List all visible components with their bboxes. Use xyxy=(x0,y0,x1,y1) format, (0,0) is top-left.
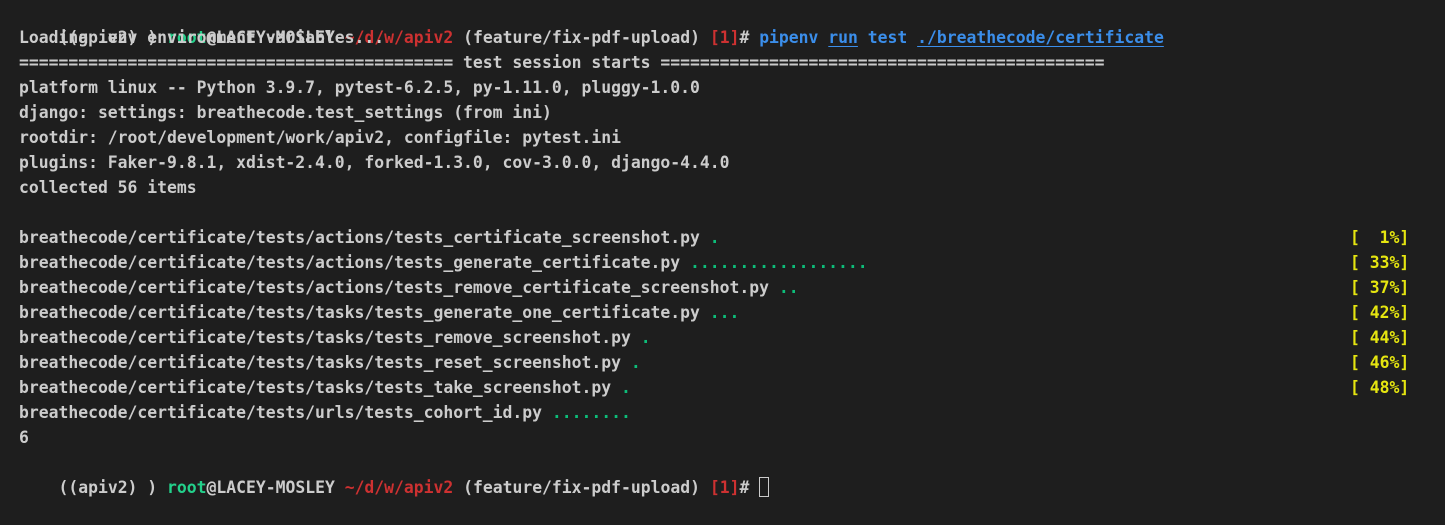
prompt-exit-status: [1] xyxy=(709,28,740,47)
command-name: pipenv xyxy=(759,28,819,47)
command-subcommand: run xyxy=(828,28,858,47)
test-pass-dots: .. xyxy=(778,278,799,297)
test-file-path[interactable]: breathecode/certificate/tests/tasks/test… xyxy=(19,378,611,397)
test-pass-dots: . xyxy=(630,353,641,372)
django-settings-line: django: settings: breathecode.test_setti… xyxy=(19,103,552,122)
collected-items-line: collected 56 items xyxy=(19,178,197,197)
test-result-row: breathecode/certificate/tests/tasks/test… xyxy=(19,300,739,325)
test-file-path[interactable]: breathecode/certificate/tests/actions/te… xyxy=(19,253,680,272)
prompt-git-branch: (feature/fix-pdf-upload) xyxy=(453,28,710,47)
platform-line: platform linux -- Python 3.9.7, pytest-6… xyxy=(19,78,700,97)
test-pass-dots: . xyxy=(709,228,720,247)
test-pass-dots: ........ xyxy=(551,403,631,422)
test-progress-percent: [ 1%] xyxy=(1350,228,1410,247)
command-path-argument[interactable]: ./breathecode/certificate xyxy=(917,28,1164,47)
test-file-path[interactable]: breathecode/certificate/tests/urls/tests… xyxy=(19,403,542,422)
test-result-row: breathecode/certificate/tests/urls/tests… xyxy=(19,400,631,425)
test-pass-dots: . xyxy=(640,328,651,347)
stray-output-line: 6 xyxy=(19,428,29,447)
test-result-row: breathecode/certificate/tests/tasks/test… xyxy=(19,375,631,400)
prompt-user: root xyxy=(167,478,207,497)
test-file-path[interactable]: breathecode/certificate/tests/actions/te… xyxy=(19,228,700,247)
prompt-hash: # xyxy=(739,478,760,497)
test-file-path[interactable]: breathecode/certificate/tests/tasks/test… xyxy=(19,303,700,322)
prompt-exit-status: [1] xyxy=(709,478,740,497)
test-result-row: breathecode/certificate/tests/actions/te… xyxy=(19,275,799,300)
test-result-row: breathecode/certificate/tests/actions/te… xyxy=(19,250,868,275)
session-separator: ========================================… xyxy=(19,53,1105,72)
test-file-path[interactable]: breathecode/certificate/tests/actions/te… xyxy=(19,278,769,297)
test-progress-percent: [ 46%] xyxy=(1350,353,1410,372)
rootdir-line: rootdir: /root/development/work/apiv2, c… xyxy=(19,128,621,147)
prompt-line[interactable]: ((apiv2) ) root@LACEY-MOSLEY ~/d/w/apiv2… xyxy=(19,450,770,497)
prompt-hash: # xyxy=(739,28,760,47)
test-file-path[interactable]: breathecode/certificate/tests/tasks/test… xyxy=(19,353,621,372)
test-result-row: breathecode/certificate/tests/tasks/test… xyxy=(19,350,641,375)
test-progress-percent: [ 48%] xyxy=(1350,378,1410,397)
prompt-line: ((apiv2) ) root@LACEY-MOSLEY ~/d/w/apiv2… xyxy=(19,0,1163,47)
prompt-path: ~/d/w/apiv2 xyxy=(334,478,454,497)
prompt-host: @LACEY-MOSLEY xyxy=(206,478,335,497)
test-progress-percent: [ 42%] xyxy=(1350,303,1410,322)
test-progress-percent: [ 33%] xyxy=(1350,253,1410,272)
test-pass-dots: .................. xyxy=(690,253,868,272)
plugins-line: plugins: Faker-9.8.1, xdist-2.4.0, forke… xyxy=(19,153,730,172)
command-script: test xyxy=(867,28,908,47)
test-file-path[interactable]: breathecode/certificate/tests/tasks/test… xyxy=(19,328,631,347)
test-result-row: breathecode/certificate/tests/actions/te… xyxy=(19,225,720,250)
test-result-row: breathecode/certificate/tests/tasks/test… xyxy=(19,325,651,350)
loading-env-line: Loading .env environment variables... xyxy=(19,28,385,47)
prompt-git-branch: (feature/fix-pdf-upload) xyxy=(453,478,710,497)
test-progress-percent: [ 37%] xyxy=(1350,278,1410,297)
prompt-virtualenv: ((apiv2) ) xyxy=(58,478,168,497)
test-progress-percent: [ 44%] xyxy=(1350,328,1410,347)
test-pass-dots: . xyxy=(620,378,631,397)
text-cursor[interactable] xyxy=(759,477,770,497)
terminal-window[interactable]: ((apiv2) ) root@LACEY-MOSLEY ~/d/w/apiv2… xyxy=(0,0,1445,497)
test-pass-dots: ... xyxy=(709,303,740,322)
